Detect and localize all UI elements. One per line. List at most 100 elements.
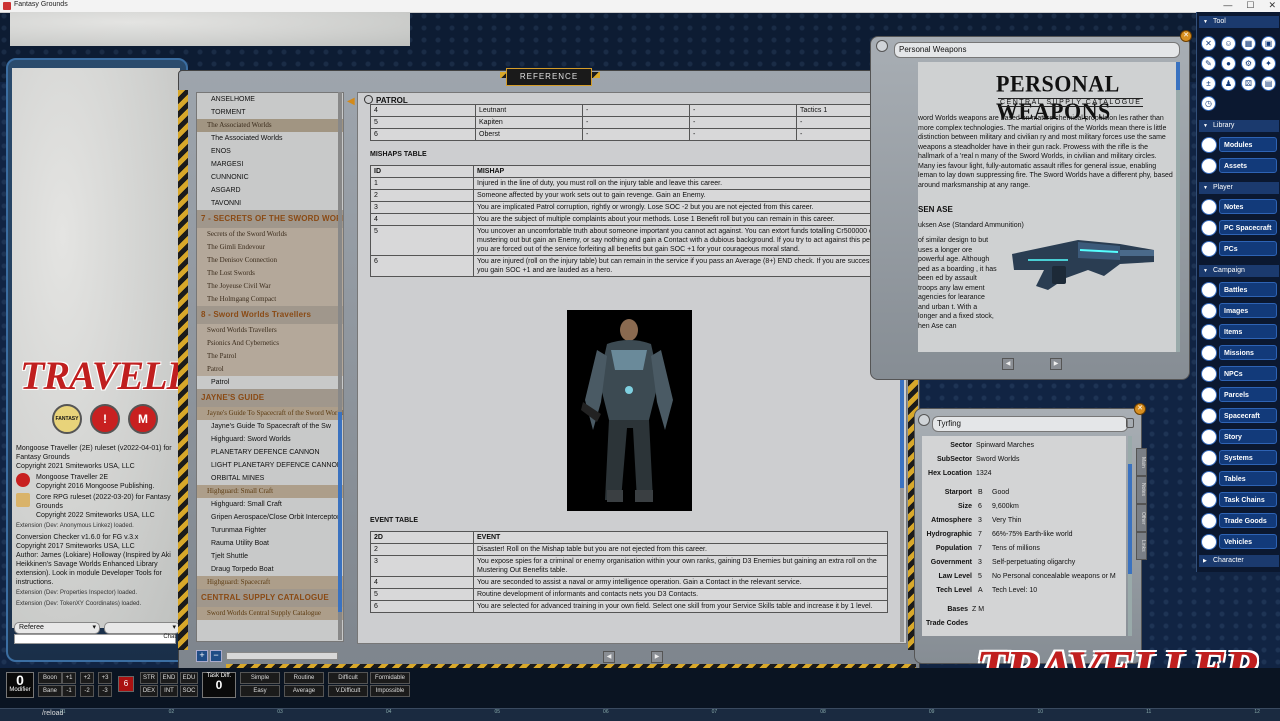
nav-list-item[interactable]: The Lost Swords xyxy=(197,267,343,280)
sidebar-section-library[interactable]: Library xyxy=(1199,120,1279,132)
maximize-button[interactable]: ☐ xyxy=(1246,0,1254,11)
nav-list-item[interactable]: The Associated Worlds xyxy=(197,119,343,132)
pw-scroll-right-button[interactable]: ▶ xyxy=(1050,358,1062,370)
nav-section-header[interactable]: CENTRAL SUPPLY CATALOGUE xyxy=(197,589,343,607)
sidebar-section-character[interactable]: Character xyxy=(1199,555,1279,567)
sidebar-section-player[interactable]: Player xyxy=(1199,182,1279,194)
tab-notes[interactable]: Notes xyxy=(1136,476,1147,504)
impossible-button[interactable]: Impossible xyxy=(370,685,410,697)
nav-list-item[interactable]: ENOS xyxy=(197,145,343,158)
plus1-button[interactable]: +1 xyxy=(62,672,76,684)
minimize-button[interactable]: — xyxy=(1223,0,1232,11)
difficult-button[interactable]: Difficult xyxy=(328,672,368,684)
pw-scrollbar[interactable] xyxy=(1176,62,1180,352)
nav-list-item[interactable]: Patrol xyxy=(197,363,343,376)
nav-list-item[interactable]: Jayne's Guide To Spacecraft of the Sw xyxy=(197,420,343,433)
dex-button[interactable]: DEX xyxy=(140,685,158,697)
nav-list-item[interactable]: Rauma Utility Boat xyxy=(197,537,343,550)
tyrfing-scrollbar[interactable] xyxy=(1128,436,1132,636)
nav-section-header[interactable]: JAYNE'S GUIDE xyxy=(197,389,343,407)
nav-list-item[interactable]: Tjelt Shuttle xyxy=(197,550,343,563)
nav-list-item[interactable]: Secrets of the Sword Worlds xyxy=(197,228,343,241)
world-field-code[interactable]: 6 xyxy=(978,503,992,510)
chat-input[interactable] xyxy=(14,634,176,644)
bane-button[interactable]: Bane xyxy=(38,685,62,697)
world-field-value[interactable]: Tech Level: 10 xyxy=(992,587,1037,594)
world-field-code[interactable]: 3 xyxy=(978,559,992,566)
close-tyrfing-button[interactable]: ✕ xyxy=(1134,403,1146,415)
world-field-code[interactable]: 5 xyxy=(978,573,992,580)
nav-list-item[interactable]: The Patrol xyxy=(197,350,343,363)
sidebar-item-images[interactable]: Images xyxy=(1199,302,1279,320)
nav-list-item[interactable]: Psionics And Cybernetics xyxy=(197,337,343,350)
nav-list-item[interactable]: TAVONNI xyxy=(197,197,343,210)
tyrfing-name-field[interactable]: Tyrfing xyxy=(932,416,1128,432)
link-icon[interactable] xyxy=(876,40,888,52)
sidebar-item-npcs[interactable]: NPCs xyxy=(1199,365,1279,383)
pw-scroll-thumb[interactable] xyxy=(1176,62,1180,90)
world-field-value[interactable]: 66%-75% Earth-like world xyxy=(992,531,1073,538)
world-field-code[interactable]: B xyxy=(978,489,992,496)
nav-list-item[interactable]: Sword Worlds Travellers xyxy=(197,324,343,337)
options-icon[interactable]: ⚙ xyxy=(1241,56,1256,71)
world-field-value[interactable]: Good xyxy=(992,489,1009,496)
effects-icon[interactable]: ✦ xyxy=(1261,56,1276,71)
red-die-icon[interactable]: 6 xyxy=(118,676,134,692)
identity-select[interactable]: Referee ▾ xyxy=(14,622,100,634)
nav-list-item[interactable]: ASGARD xyxy=(197,184,343,197)
average-button[interactable]: Average xyxy=(284,685,324,697)
link-icon[interactable] xyxy=(918,414,930,426)
nav-list-item[interactable]: The Gimli Endevour xyxy=(197,241,343,254)
nav-scrollbar[interactable] xyxy=(338,92,342,640)
tyrfing-scroll-thumb[interactable] xyxy=(1128,464,1132,574)
nav-list-item[interactable]: ANSELHOME xyxy=(197,93,343,106)
plus3-button[interactable]: +3 xyxy=(98,672,112,684)
lock-icon[interactable] xyxy=(1126,418,1134,428)
collapse-arrow-icon[interactable]: ◀ xyxy=(347,96,355,107)
nav-list-item[interactable]: Gripen Aerospace/Close Orbit Interceptor xyxy=(197,511,343,524)
world-field-value[interactable]: 1324 xyxy=(976,470,992,477)
formidable-button[interactable]: Formidable xyxy=(370,672,410,684)
nav-list-item[interactable]: Sword Worlds Central Supply Catalogue xyxy=(197,607,343,620)
nav-list-item[interactable]: CUNNONIC xyxy=(197,171,343,184)
sidebar-item-parcels[interactable]: Parcels xyxy=(1199,386,1279,404)
sidebar-item-systems[interactable]: Systems xyxy=(1199,449,1279,467)
dice-icon[interactable]: ⚄ xyxy=(1241,76,1256,91)
sidebar-item-trade-goods[interactable]: Trade Goods xyxy=(1199,512,1279,530)
sidebar-item-story[interactable]: Story xyxy=(1199,428,1279,446)
nav-list-item[interactable]: Highguard: Spacecraft xyxy=(197,576,343,589)
minus3-button[interactable]: -3 xyxy=(98,685,112,697)
tab-main[interactable]: Main xyxy=(1136,448,1147,476)
plus2-button[interactable]: +2 xyxy=(80,672,94,684)
users-icon[interactable]: ♟ xyxy=(1221,76,1236,91)
close-personal-weapons-button[interactable]: ✕ xyxy=(1180,30,1192,42)
simple-button[interactable]: Simple xyxy=(240,672,280,684)
world-field-code[interactable]: 3 xyxy=(978,517,992,524)
tab-other[interactable]: Other xyxy=(1136,504,1147,532)
world-field-value[interactable]: Self-perpetuating oligarchy xyxy=(992,559,1075,566)
nav-section-header[interactable]: 7 - SECRETS OF THE SWORD WORLDS xyxy=(197,210,343,228)
language-select[interactable]: ▾ xyxy=(104,622,180,634)
modifiers-icon[interactable]: ± xyxy=(1201,76,1216,91)
tab-links[interactable]: Links xyxy=(1136,532,1147,560)
nav-list-item[interactable]: LIGHT PLANETARY DEFENCE CANNON xyxy=(197,459,343,472)
world-field-value[interactable]: Z M xyxy=(972,606,984,613)
sidebar-item-modules[interactable]: Modules xyxy=(1199,136,1279,154)
timer-icon[interactable]: ◷ xyxy=(1201,96,1216,111)
easy-button[interactable]: Easy xyxy=(240,685,280,697)
world-field-code[interactable]: 7 xyxy=(978,531,992,538)
int-button[interactable]: INT xyxy=(160,685,178,697)
sidebar-item-pcs[interactable]: PCs xyxy=(1199,240,1279,258)
close-window-button[interactable]: ✕ xyxy=(1268,0,1276,11)
task-difficulty-box[interactable]: Task Diff. 0 xyxy=(202,672,236,698)
scroll-left-button[interactable]: ◀ xyxy=(603,651,615,663)
modifier-box[interactable]: 0 Modifier xyxy=(6,672,34,698)
world-field-value[interactable]: Very Thin xyxy=(992,517,1021,524)
nav-list-item[interactable]: PLANETARY DEFENCE CANNON xyxy=(197,446,343,459)
nav-list-item[interactable]: MARGESI xyxy=(197,158,343,171)
world-field-code[interactable]: A xyxy=(978,587,992,594)
nav-list-item[interactable]: Draug Torpedo Boat xyxy=(197,563,343,576)
nav-list-item[interactable]: Highguard: Sword Worlds xyxy=(197,433,343,446)
edu-button[interactable]: EDU xyxy=(180,672,198,684)
soc-button[interactable]: SOC xyxy=(180,685,198,697)
